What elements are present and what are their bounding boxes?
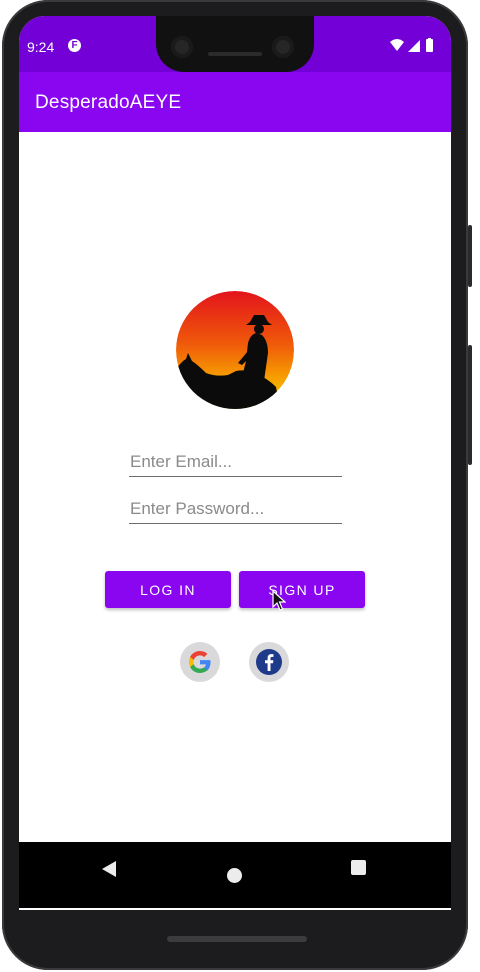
password-input[interactable] — [129, 499, 342, 524]
status-time: 9:24 — [27, 39, 55, 55]
camera-notch — [156, 16, 314, 72]
signal-icon — [408, 40, 420, 52]
google-signin-button[interactable] — [180, 642, 220, 682]
front-camera — [171, 36, 193, 58]
battery-icon — [426, 39, 433, 52]
app-title: DesperadoAEYE — [35, 92, 182, 113]
back-icon[interactable] — [101, 860, 117, 878]
home-icon[interactable] — [227, 868, 242, 883]
email-input[interactable] — [129, 452, 342, 477]
volume-button — [468, 345, 472, 465]
notification-app-icon: F — [68, 39, 81, 52]
wifi-icon — [390, 39, 404, 51]
password-field[interactable] — [129, 499, 342, 524]
phone-frame: 9:24 F DesperadoAEYE Enter Email... LOG … — [2, 0, 472, 970]
login-button[interactable]: LOG IN — [105, 571, 231, 608]
app-bar: DesperadoAEYE — [19, 72, 451, 132]
earpiece-speaker — [208, 52, 262, 56]
email-field[interactable] — [129, 452, 342, 477]
status-icons — [389, 38, 441, 54]
app-logo — [176, 291, 294, 409]
mouse-cursor-icon — [272, 590, 286, 611]
power-button — [468, 225, 472, 287]
front-camera-2 — [272, 36, 294, 58]
google-icon — [189, 651, 211, 673]
bottom-speaker-grille — [167, 936, 307, 942]
facebook-icon — [256, 649, 282, 675]
navigation-bar — [19, 842, 451, 908]
recents-icon[interactable] — [351, 860, 366, 875]
signup-button[interactable]: SIGN UP — [239, 571, 365, 608]
screen: 9:24 F DesperadoAEYE Enter Email... LOG … — [19, 16, 451, 910]
facebook-signin-button[interactable] — [249, 642, 289, 682]
